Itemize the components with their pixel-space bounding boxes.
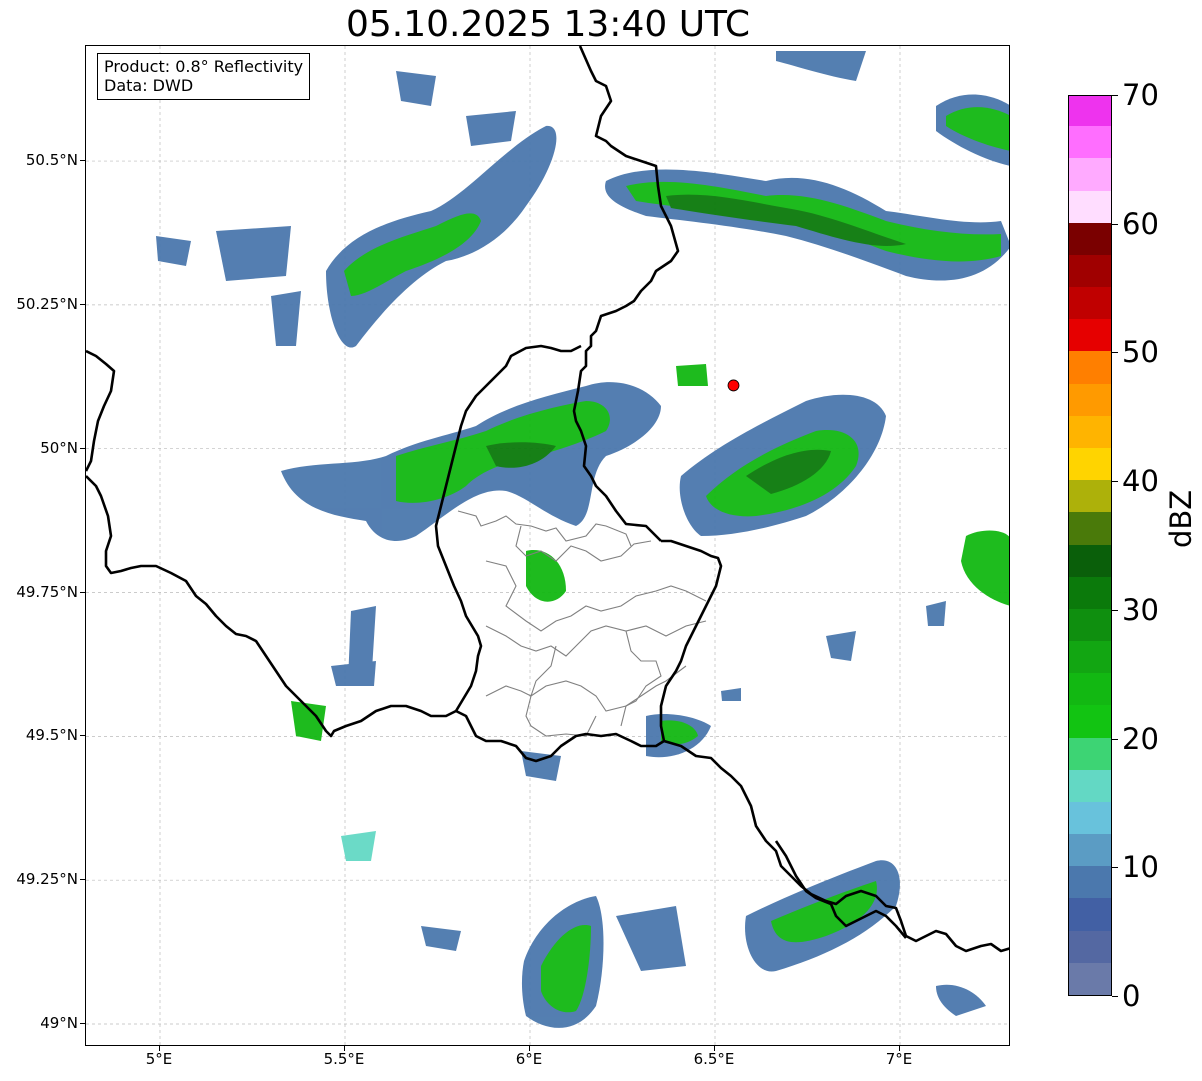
colorbar-tick-mark — [1112, 95, 1118, 96]
colorbar-segment — [1069, 222, 1111, 255]
longitude-tick-mark — [159, 1046, 160, 1051]
longitude-tick-mark — [899, 1046, 900, 1051]
echo-area — [216, 226, 291, 281]
radar-map-canvas — [86, 46, 1009, 1045]
colorbar-tick-label: 40 — [1122, 464, 1159, 499]
colorbar-segment — [1069, 318, 1111, 352]
colorbar — [1068, 95, 1112, 996]
latitude-tick-label: 50°N — [40, 438, 78, 457]
latitude-tick-mark — [80, 160, 85, 162]
echo-area — [421, 926, 461, 951]
colorbar-segment — [1069, 511, 1111, 545]
echo-area — [331, 661, 376, 686]
echo-area — [936, 984, 986, 1016]
colorbar-tick-mark — [1112, 996, 1118, 997]
latitude-tick-label: 49.25°N — [16, 870, 78, 889]
latitude-tick-label: 49.75°N — [16, 582, 78, 601]
longitude-tick-label: 6°E — [515, 1050, 543, 1068]
product-label: Product: 0.8° Reflectivity — [104, 57, 304, 76]
latitude-tick-mark — [80, 879, 85, 881]
colorbar-segment — [1069, 96, 1111, 127]
echo-area — [616, 906, 686, 971]
latitude-tick-mark — [80, 591, 85, 593]
echo-area — [271, 291, 301, 346]
echo-area — [776, 51, 866, 81]
echo-area — [721, 688, 741, 701]
colorbar-tick-mark — [1112, 867, 1118, 869]
latitude-tick-label: 50.5°N — [25, 151, 78, 170]
colorbar-tick-mark — [1112, 481, 1118, 483]
longitude-tick-label: 7°E — [885, 1050, 913, 1068]
colorbar-segment — [1069, 125, 1111, 159]
colorbar-tick-mark — [1112, 223, 1118, 225]
colorbar-segment — [1069, 833, 1111, 867]
colorbar-tick-mark — [1112, 738, 1118, 740]
echo-area — [396, 71, 436, 106]
precipitation-echoes — [156, 51, 1009, 1028]
data-source-label: Data: DWD — [104, 76, 194, 95]
colorbar-segment — [1069, 930, 1111, 963]
longitude-tick-mark — [344, 1046, 345, 1051]
colorbar-segment — [1069, 640, 1111, 674]
echo-area — [676, 364, 708, 386]
colorbar-segment — [1069, 415, 1111, 448]
colorbar-segment — [1069, 608, 1111, 642]
colorbar-tick-label: 10 — [1122, 850, 1159, 885]
echo-area — [926, 601, 946, 626]
colorbar-tick-label: 0 — [1122, 979, 1141, 1013]
longitude-tick-label: 6.5°E — [693, 1050, 735, 1068]
colorbar-segment — [1069, 383, 1111, 416]
longitude-tick-mark — [714, 1046, 715, 1051]
colorbar-tick-label: 70 — [1122, 78, 1159, 112]
colorbar-segment — [1069, 897, 1111, 931]
colorbar-tick-label: 50 — [1122, 335, 1159, 370]
latitude-tick-label: 49°N — [40, 1013, 78, 1032]
echo-area — [526, 550, 566, 602]
latitude-tick-mark — [80, 1022, 85, 1024]
latitude-tick-mark — [80, 447, 85, 449]
echo-area — [341, 831, 376, 861]
colorbar-segment — [1069, 479, 1111, 513]
colorbar-tick-mark — [1112, 352, 1118, 354]
colorbar-label: dBZ — [1164, 489, 1198, 548]
colorbar-segment — [1069, 962, 1111, 995]
longitude-tick-label: 5°E — [145, 1050, 173, 1068]
colorbar-segment — [1069, 704, 1111, 738]
colorbar-segment — [1069, 736, 1111, 770]
colorbar-segment — [1069, 543, 1111, 577]
echo-area — [826, 631, 856, 661]
latitude-tick-mark — [80, 735, 85, 737]
border-west — [86, 349, 116, 472]
radar-map[interactable] — [85, 45, 1010, 1046]
echo-area — [521, 751, 561, 781]
colorbar-segment — [1069, 576, 1111, 609]
colorbar-tick-label: 60 — [1122, 206, 1159, 241]
colorbar-tick-label: 30 — [1122, 592, 1159, 627]
latitude-tick-label: 50.25°N — [16, 294, 78, 313]
echo-area — [156, 236, 191, 266]
colorbar-segment — [1069, 157, 1111, 191]
echo-area — [961, 530, 1009, 606]
latitude-tick-mark — [80, 303, 85, 305]
colorbar-segment — [1069, 769, 1111, 802]
echo-area — [466, 111, 516, 146]
border-luxembourg-germany — [659, 539, 723, 742]
product-info-box: Product: 0.8° Reflectivity Data: DWD — [97, 53, 311, 100]
colorbar-tick-label: 20 — [1122, 721, 1159, 756]
luxembourg-canton-borders — [457, 510, 707, 737]
colorbar-segment — [1069, 286, 1111, 320]
colorbar-tick-mark — [1112, 609, 1118, 611]
map-title: 05.10.2025 13:40 UTC — [345, 4, 751, 45]
colorbar-segment — [1069, 865, 1111, 899]
colorbar-segment — [1069, 801, 1111, 835]
radar-site-marker — [727, 379, 740, 392]
latitude-tick-label: 49.5°N — [25, 726, 78, 745]
colorbar-segment — [1069, 189, 1111, 223]
longitude-tick-label: 5.5°E — [323, 1050, 365, 1068]
colorbar-segment — [1069, 350, 1111, 384]
longitude-tick-mark — [529, 1046, 530, 1051]
colorbar-segment — [1069, 672, 1111, 706]
colorbar-segment — [1069, 447, 1111, 481]
colorbar-segment — [1069, 254, 1111, 288]
